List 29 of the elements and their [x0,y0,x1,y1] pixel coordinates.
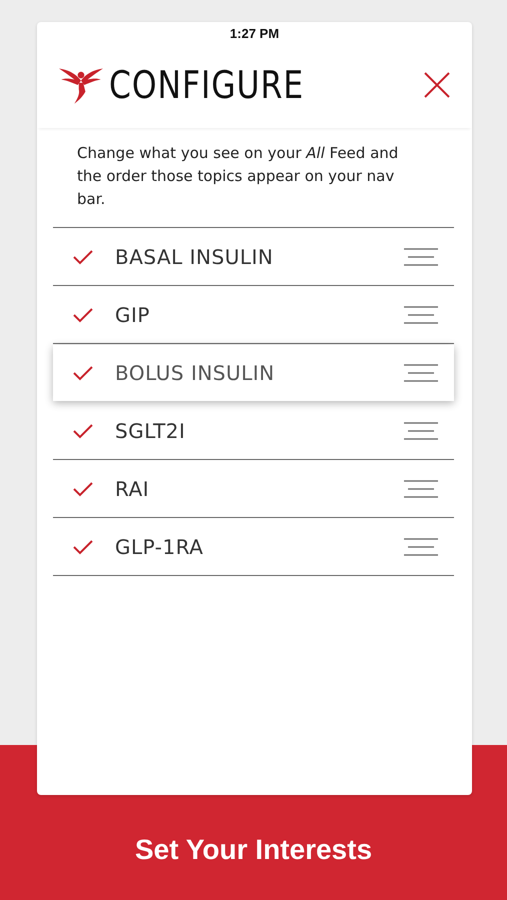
topic-label: GLP-1RA [115,534,204,558]
topic-row[interactable]: RAI [53,460,454,518]
check-icon[interactable] [73,480,93,496]
drag-handle-icon[interactable] [404,248,438,266]
dragged-topic-row[interactable]: BOLUS INSULIN [53,345,454,401]
topic-row[interactable]: GLP-1RA [53,518,454,576]
check-icon[interactable] [73,248,93,264]
topic-label: BOLUS INSULIN [115,361,276,385]
topic-label: RAI [115,476,150,500]
title: CONFIGURE [109,62,306,106]
drag-handle-icon[interactable] [404,538,438,556]
topic-row[interactable]: GIP [53,286,454,344]
check-icon[interactable] [73,538,93,554]
close-icon[interactable] [424,72,450,98]
topic-row[interactable]: SGLT2I [53,402,454,460]
status-time: 1:27 PM [228,25,280,41]
topic-label: GIP [115,302,151,326]
check-icon[interactable] [73,306,93,322]
drag-handle-icon[interactable] [404,480,438,498]
check-icon[interactable] [73,365,93,381]
drag-handle-icon[interactable] [404,364,438,382]
topic-label: SGLT2I [115,418,186,442]
drag-handle-icon[interactable] [404,422,438,440]
description: Change what you see on your All Feed and the order those topics appear on your nav bar. [76,143,400,210]
topic-label: BASAL INSULIN [115,244,274,268]
check-icon[interactable] [73,422,93,438]
topic-row[interactable]: BASAL INSULIN [53,228,454,286]
set-interests-button[interactable]: Set Your Interests [126,830,380,870]
drag-handle-icon[interactable] [404,306,438,324]
